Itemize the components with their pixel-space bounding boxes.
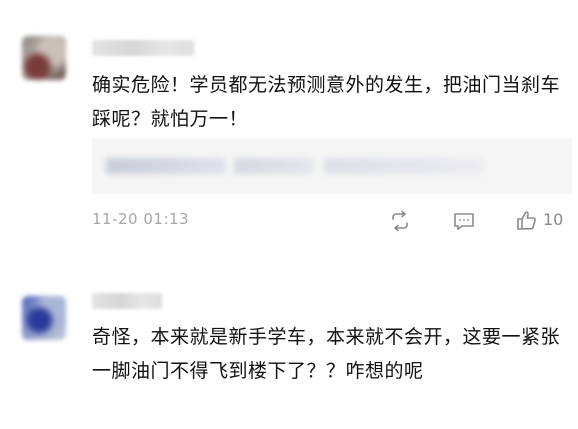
comment-meta-row: 11-20 01:13 10 xyxy=(0,204,578,238)
comment-item: 奇怪，本来就是新手学车，本来就不会开，这要一紧张一脚油门不得飞到楼下了？？咋想的… xyxy=(0,262,578,429)
like-button[interactable] xyxy=(514,208,540,234)
like-count: 10 xyxy=(543,210,564,229)
comment-button[interactable] xyxy=(451,208,477,234)
avatar[interactable] xyxy=(22,36,66,80)
comment-text: 确实危险！学员都无法预测意外的发生，把油门当刹车踩呢？就怕万一！ xyxy=(92,74,561,130)
share-icon xyxy=(392,210,408,232)
thumbs-up-icon xyxy=(517,211,536,230)
reply-text-blur xyxy=(324,158,484,174)
avatar[interactable] xyxy=(22,296,66,340)
reply-text-blur xyxy=(234,158,314,174)
reply-author-blur xyxy=(106,158,226,174)
comment-text: 奇怪，本来就是新手学车，本来就不会开，这要一紧张一脚油门不得飞到楼下了？？咋想的… xyxy=(92,326,561,382)
share-button[interactable] xyxy=(387,208,413,234)
username[interactable] xyxy=(92,40,194,56)
reply-preview-box[interactable] xyxy=(92,138,572,194)
comment-item: 确实危险！学员都无法预测意外的发生，把油门当刹车踩呢？就怕万一！ 11-20 0… xyxy=(0,0,578,262)
username[interactable] xyxy=(92,293,162,309)
timestamp: 11-20 01:13 xyxy=(92,210,190,228)
comment-icon xyxy=(454,213,474,230)
